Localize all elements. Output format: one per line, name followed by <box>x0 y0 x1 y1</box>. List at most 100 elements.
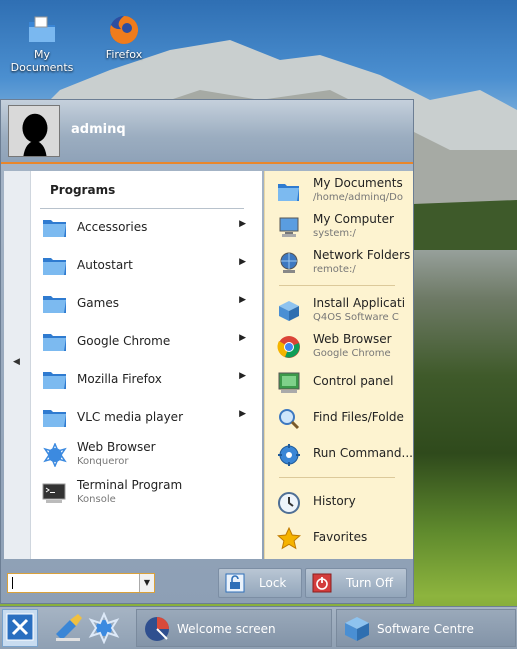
program-item-games[interactable]: Games ▶ <box>40 285 250 321</box>
folder-icon <box>43 410 66 427</box>
terminal-icon <box>42 483 66 503</box>
lock-icon <box>225 573 245 593</box>
place-sublabel: remote:/ <box>313 264 356 275</box>
places-pane: My Documents /home/adminq/Do My Computer… <box>264 171 413 559</box>
system-sublabel: Google Chrome <box>313 348 391 359</box>
system-item-control-panel[interactable]: Control panel <box>265 365 413 399</box>
desktop-icon-my-documents[interactable]: My Documents <box>9 14 75 74</box>
place-label: My Computer <box>313 212 394 226</box>
konqueror-icon <box>43 443 67 467</box>
username: adminq <box>71 122 126 137</box>
system-item-install-applications[interactable]: Install Applicati Q4OS Software C <box>265 293 413 327</box>
back-scroll-button[interactable]: ◀ <box>4 171 31 559</box>
program-item-mozilla-firefox[interactable]: Mozilla Firefox ▶ <box>40 361 250 397</box>
gear-icon <box>278 444 300 466</box>
folder-icon <box>43 220 66 237</box>
user-silhouette-icon <box>22 113 48 156</box>
lock-label: Lock <box>259 576 287 590</box>
place-label: My Documents <box>313 176 403 190</box>
app-sublabel: Konsole <box>77 494 116 505</box>
text-cursor <box>12 577 13 589</box>
q4os-logo-icon <box>6 613 34 641</box>
desktop-cleaner-icon[interactable] <box>52 612 84 644</box>
place-item-my-computer[interactable]: My Computer system:/ <box>265 209 413 243</box>
program-item-google-chrome[interactable]: Google Chrome ▶ <box>40 323 250 359</box>
divider <box>279 285 395 286</box>
desktop-icon-label: My Documents <box>10 48 74 74</box>
program-label: Games <box>77 296 119 310</box>
system-label: Control panel <box>313 374 394 388</box>
start-button[interactable] <box>2 609 38 647</box>
system-label: Find Files/Folde <box>313 410 404 424</box>
place-item-my-documents[interactable]: My Documents /home/adminq/Do <box>265 173 413 207</box>
start-menu: adminq ◀ Programs Accessories ▶ Autostar… <box>0 99 414 604</box>
menu-footer: ▼ Lock Turn Off <box>1 560 413 603</box>
task-label: Software Centre <box>377 622 474 636</box>
chevron-down-icon[interactable]: ▼ <box>139 574 154 592</box>
program-label: Mozilla Firefox <box>77 372 162 386</box>
lock-button[interactable]: Lock <box>218 568 302 598</box>
program-label: Google Chrome <box>77 334 171 348</box>
package-icon <box>345 617 369 641</box>
submenu-arrow-icon: ▶ <box>239 219 246 229</box>
network-icon <box>280 252 298 273</box>
system-label: Web Browser <box>313 332 392 346</box>
app-item-web-browser[interactable]: Web Browser Konqueror <box>40 437 250 473</box>
task-welcome-screen[interactable]: Welcome screen <box>136 609 332 647</box>
system-item-web-browser[interactable]: Web Browser Google Chrome <box>265 329 413 363</box>
package-icon <box>279 301 299 321</box>
folder-icon <box>29 16 55 42</box>
system-label: Run Command... <box>313 446 413 460</box>
submenu-arrow-icon: ▶ <box>239 333 246 343</box>
program-label: VLC media player <box>77 410 184 424</box>
app-label: Web Browser <box>77 440 156 454</box>
program-item-autostart[interactable]: Autostart ▶ <box>40 247 250 283</box>
computer-icon <box>279 217 299 237</box>
history-label: History <box>313 494 356 508</box>
program-item-vlc-media-player[interactable]: VLC media player ▶ <box>40 399 250 435</box>
program-label: Accessories <box>77 220 148 234</box>
system-item-run-command[interactable]: Run Command... <box>265 437 413 471</box>
submenu-arrow-icon: ▶ <box>239 409 246 419</box>
control-panel-icon <box>278 372 300 393</box>
turn-off-label: Turn Off <box>346 576 393 590</box>
folder-icon <box>43 372 66 389</box>
system-item-find-files[interactable]: Find Files/Folde <box>265 401 413 435</box>
folder-icon <box>43 334 66 351</box>
desktop-icon-label: Firefox <box>105 48 143 61</box>
system-sublabel: Q4OS Software C <box>313 312 399 323</box>
app-sublabel: Konqueror <box>77 456 129 467</box>
search-icon <box>279 409 300 430</box>
divider <box>279 477 395 478</box>
chrome-icon <box>277 336 300 358</box>
folder-icon <box>278 184 299 201</box>
menu-header: adminq <box>1 100 413 164</box>
place-item-network-folders[interactable]: Network Folders remote:/ <box>265 245 413 279</box>
favorites-label: Favorites <box>313 530 368 544</box>
turn-off-button[interactable]: Turn Off <box>305 568 407 598</box>
task-software-centre[interactable]: Software Centre <box>336 609 516 647</box>
star-icon <box>277 527 301 550</box>
task-label: Welcome screen <box>177 622 276 636</box>
history-item[interactable]: History <box>265 485 413 519</box>
konqueror-icon[interactable] <box>88 612 120 644</box>
clock-icon <box>278 492 300 514</box>
folder-icon <box>43 296 66 313</box>
submenu-arrow-icon: ▶ <box>239 295 246 305</box>
desktop-icon-firefox[interactable]: Firefox <box>91 14 157 61</box>
favorites-item[interactable]: Favorites <box>265 521 413 555</box>
programs-title: Programs <box>50 183 116 197</box>
place-sublabel: /home/adminq/Do <box>313 192 403 203</box>
power-icon <box>312 573 332 593</box>
program-label: Autostart <box>77 258 133 272</box>
app-item-terminal-program[interactable]: Terminal Program Konsole <box>40 475 250 511</box>
folder-icon <box>43 258 66 275</box>
submenu-arrow-icon: ▶ <box>239 257 246 267</box>
arrow-left-icon: ◀ <box>13 357 20 367</box>
system-label: Install Applicati <box>313 296 406 310</box>
search-input[interactable]: ▼ <box>7 573 155 593</box>
submenu-arrow-icon: ▶ <box>239 371 246 381</box>
place-sublabel: system:/ <box>313 228 356 239</box>
avatar[interactable] <box>8 105 60 157</box>
program-item-accessories[interactable]: Accessories ▶ <box>40 209 250 245</box>
